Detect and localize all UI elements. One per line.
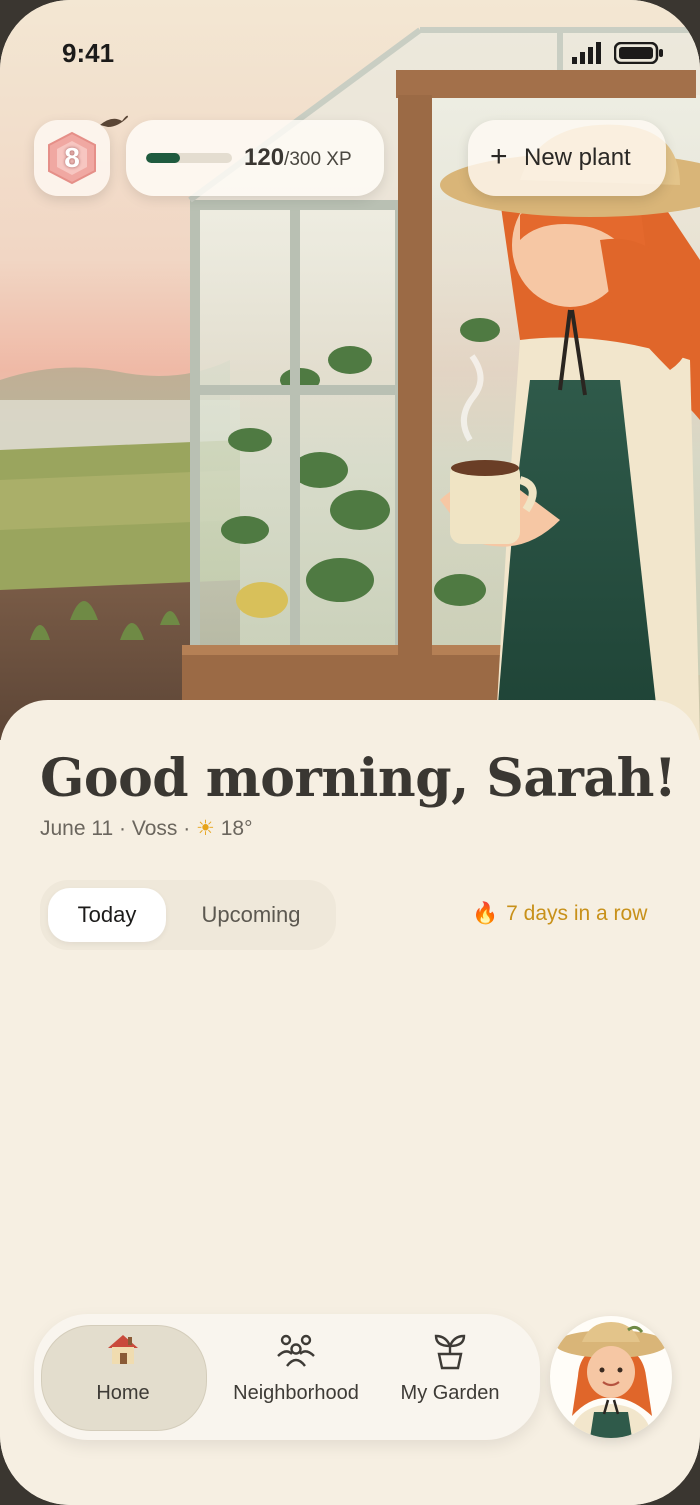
date-text: June 11 — [40, 817, 114, 840]
people-icon — [214, 1332, 378, 1370]
new-plant-label: New plant — [524, 144, 631, 171]
tab-upcoming[interactable]: Upcoming — [176, 888, 326, 942]
nav-home-label: Home — [96, 1382, 150, 1404]
bottom-nav: Home Neighborhood My Garden — [34, 1314, 540, 1440]
fire-icon: 🔥 — [472, 902, 499, 925]
greenhouse-illustration — [0, 0, 700, 740]
level-badge[interactable]: 8 — [34, 120, 110, 196]
hero-illustration — [0, 0, 700, 740]
house-icon — [41, 1332, 205, 1370]
xp-progress[interactable]: 120/300 XP — [126, 120, 384, 196]
nav-item-neighborhood[interactable]: Neighborhood — [214, 1332, 378, 1405]
tab-switcher: Today Upcoming — [40, 880, 336, 950]
battery-icon — [614, 42, 663, 64]
xp-total: /300 XP — [284, 149, 352, 170]
temperature-text: 18° — [220, 817, 253, 840]
level-number: 8 — [64, 142, 80, 173]
xp-progress-track — [146, 153, 232, 163]
status-bar: 9:41 — [0, 0, 700, 100]
nav-neighborhood-label: Neighborhood — [233, 1382, 359, 1404]
streak-badge: 🔥 7 days in a row — [472, 902, 647, 926]
date-weather-line: June 11 · Voss · ☀ 18° — [40, 817, 253, 840]
plant-icon — [368, 1332, 532, 1370]
sun-icon: ☀ — [196, 817, 215, 840]
nav-item-home[interactable]: Home — [41, 1332, 205, 1405]
status-time: 9:41 — [62, 38, 115, 68]
location-text: Voss — [131, 817, 178, 840]
phone-screen: 9:41 8 120/300 XP + New plant Good morni… — [0, 0, 700, 1505]
xp-progress-fill — [146, 153, 181, 163]
gardener-avatar-illustration — [555, 1322, 667, 1438]
tab-today[interactable]: Today — [48, 888, 166, 942]
avatar[interactable] — [550, 1316, 672, 1438]
plus-icon: + — [490, 140, 508, 173]
xp-readout: 120/300 XP — [244, 144, 352, 172]
nav-my-garden-label: My Garden — [400, 1382, 500, 1404]
greeting-title: Good morning, Sarah! — [40, 748, 677, 809]
streak-label: 7 days in a row — [506, 902, 648, 925]
new-plant-button[interactable]: + New plant — [468, 120, 666, 196]
xp-current: 120 — [244, 144, 285, 171]
signal-icon — [572, 42, 601, 64]
nav-item-my-garden[interactable]: My Garden — [368, 1332, 532, 1405]
